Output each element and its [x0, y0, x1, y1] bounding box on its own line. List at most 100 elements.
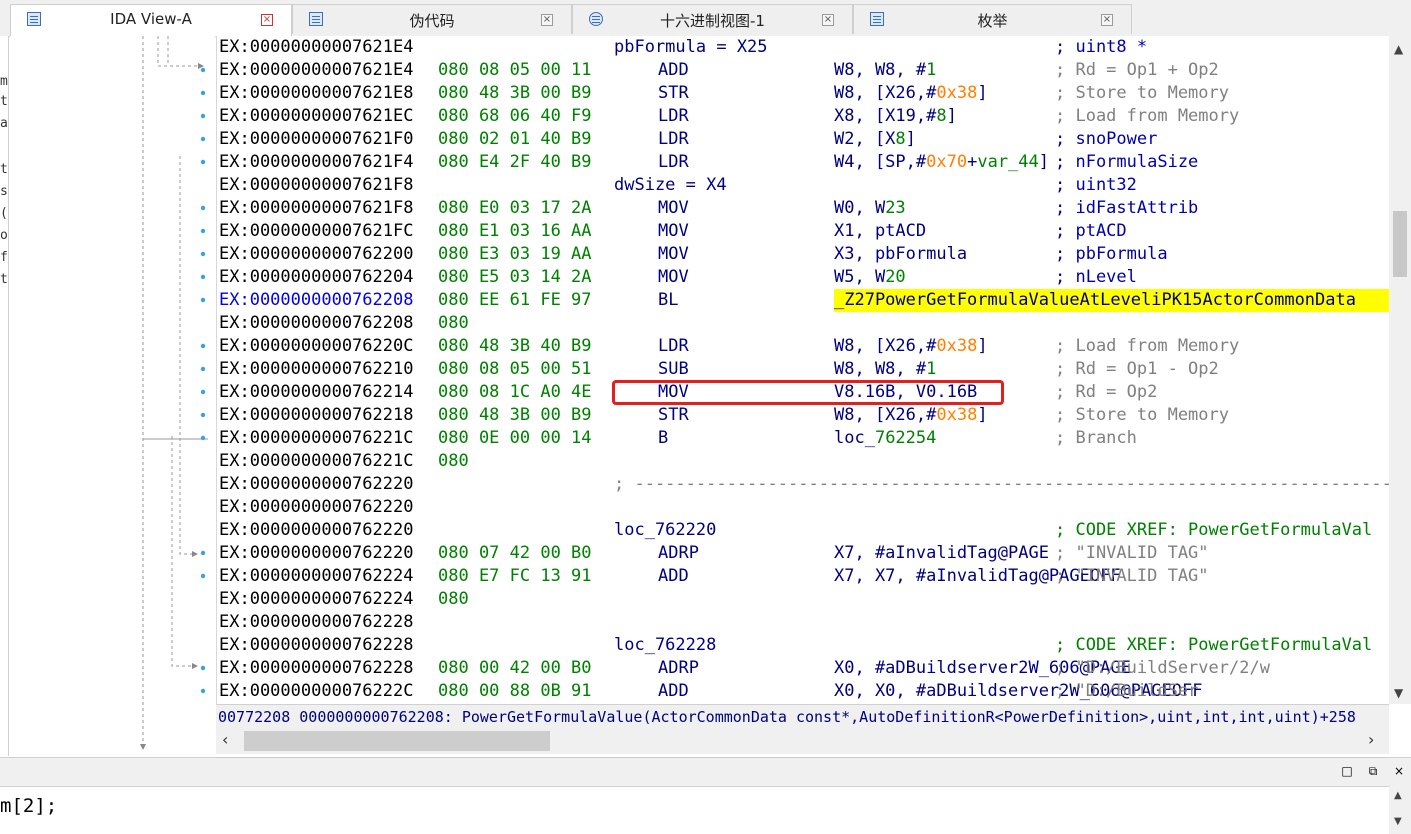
- instruction-operands[interactable]: W0, W23: [834, 197, 906, 220]
- scroll-thumb[interactable]: [1393, 211, 1407, 277]
- listing-line[interactable]: EX:0000000000762210 080 08 05 00 51 SUB W8,…: [219, 358, 1390, 381]
- scroll-right-icon[interactable]: ›: [1368, 730, 1374, 749]
- listing-line[interactable]: EX:00000000007621F8 dwSize = X4 ; uint32: [219, 174, 1390, 197]
- instruction-mnemonic[interactable]: B: [658, 427, 668, 450]
- register-alias[interactable]: dwSize = X4: [614, 174, 727, 197]
- line-address[interactable]: EX:00000000007621E8: [219, 82, 413, 105]
- listing-line[interactable]: EX:0000000000762228: [219, 611, 1390, 634]
- line-address[interactable]: EX:000000000076222C: [219, 680, 413, 703]
- tab-enums[interactable]: 枚举 ×: [853, 4, 1132, 34]
- restore-icon[interactable]: ⧉: [1366, 764, 1380, 778]
- instruction-operands[interactable]: X7, #aInvalidTag@PAGE: [834, 542, 1049, 565]
- listing-line[interactable]: EX:00000000007621F0 080 02 01 40 B9 LDR W2,…: [219, 128, 1390, 151]
- close-icon[interactable]: ×: [261, 14, 273, 26]
- horizontal-scrollbar[interactable]: ‹ ›: [216, 728, 1389, 754]
- instruction-mnemonic[interactable]: ADD: [658, 59, 689, 82]
- instruction-mnemonic[interactable]: LDR: [658, 335, 689, 358]
- line-address[interactable]: EX:00000000007621E4: [219, 59, 413, 82]
- instruction-operands[interactable]: W2, [X8]: [834, 128, 916, 151]
- line-address[interactable]: EX:0000000000762228: [219, 634, 413, 657]
- instruction-mnemonic[interactable]: MOV: [658, 243, 689, 266]
- minimize-icon[interactable]: □: [1340, 764, 1354, 778]
- listing-line[interactable]: EX:0000000000762228 080 00 42 00 B0 ADRP X0…: [219, 657, 1390, 680]
- listing-line[interactable]: EX:0000000000762228 loc_762228 ; CODE XREF…: [219, 634, 1390, 657]
- line-address[interactable]: EX:0000000000762208: [219, 312, 413, 335]
- instruction-operands[interactable]: W4, [SP,#0x70+var_44]: [834, 151, 1049, 174]
- scroll-thumb[interactable]: [244, 731, 550, 751]
- listing-line[interactable]: EX:0000000000762208 080 EE 61 FE 97 BL _Z27…: [219, 289, 1390, 312]
- instruction-mnemonic[interactable]: ADRP: [658, 542, 699, 565]
- listing-line[interactable]: EX:00000000007621FC 080 E1 03 16 AA MOV X1,…: [219, 220, 1390, 243]
- vertical-scrollbar[interactable]: ▲ ▼: [1389, 36, 1411, 704]
- listing-line[interactable]: EX:00000000007621E4 080 08 05 00 11 ADD W8,…: [219, 59, 1390, 82]
- listing-line[interactable]: EX:0000000000762204 080 E5 03 14 2A MOV W5,…: [219, 266, 1390, 289]
- instruction-operands[interactable]: W8, W8, #1: [834, 358, 936, 381]
- line-address[interactable]: EX:0000000000762214: [219, 381, 413, 404]
- instruction-mnemonic[interactable]: BL: [658, 289, 678, 312]
- instruction-operands[interactable]: W8, [X26,#0x38]: [834, 82, 988, 105]
- listing-line[interactable]: EX:00000000007621EC 080 68 06 40 F9 LDR X8,…: [219, 105, 1390, 128]
- instruction-operands[interactable]: X1, ptACD: [834, 220, 926, 243]
- listing-line[interactable]: EX:0000000000762218 080 48 3B 00 B9 STR W8,…: [219, 404, 1390, 427]
- line-address[interactable]: EX:000000000076221C: [219, 450, 413, 473]
- close-icon[interactable]: ×: [822, 14, 834, 26]
- instruction-mnemonic[interactable]: ADRP: [658, 657, 699, 680]
- listing-line[interactable]: EX:0000000000762220 080 07 42 00 B0 ADRP X7…: [219, 542, 1390, 565]
- line-address[interactable]: EX:0000000000762210: [219, 358, 413, 381]
- instruction-operands[interactable]: W8, W8, #1: [834, 59, 936, 82]
- line-address[interactable]: EX:0000000000762228: [219, 611, 413, 634]
- line-address[interactable]: EX:0000000000762224: [219, 588, 413, 611]
- line-address[interactable]: EX:0000000000762218: [219, 404, 413, 427]
- tab-ida-view-a[interactable]: IDA View-A ×: [10, 4, 292, 36]
- line-address[interactable]: EX:00000000007621EC: [219, 105, 413, 128]
- instruction-mnemonic[interactable]: MOV: [658, 266, 689, 289]
- register-alias[interactable]: pbFormula = X25: [614, 36, 768, 59]
- scroll-up-icon[interactable]: ▲: [1394, 790, 1402, 801]
- listing-line[interactable]: EX:0000000000762220: [219, 496, 1390, 519]
- disassembly-listing[interactable]: EX:00000000007621E4 pbFormula = X25 ; uint…: [216, 36, 1390, 704]
- tab-hex-view[interactable]: 十六进制视图-1 ×: [572, 4, 853, 34]
- output-scrollbar[interactable]: ▲ ▼: [1389, 786, 1411, 834]
- line-address[interactable]: EX:00000000007621F0: [219, 128, 413, 151]
- listing-line[interactable]: EX:0000000000762220 ; -------------------…: [219, 473, 1390, 496]
- listing-line[interactable]: EX:0000000000762208 080: [219, 312, 1390, 335]
- line-address[interactable]: EX:0000000000762220: [219, 542, 413, 565]
- listing-line[interactable]: EX:000000000076221C 080 0E 00 00 14 Bloc_7…: [219, 427, 1390, 450]
- instruction-mnemonic[interactable]: ADD: [658, 680, 689, 703]
- instruction-mnemonic[interactable]: LDR: [658, 105, 689, 128]
- line-address[interactable]: EX:00000000007621E4: [219, 36, 413, 59]
- line-address[interactable]: EX:000000000076220C: [219, 335, 413, 358]
- instruction-operands[interactable]: W5, W20: [834, 266, 906, 289]
- line-address[interactable]: EX:000000000076221C: [219, 427, 413, 450]
- listing-line[interactable]: EX:0000000000762224 080 E7 FC 13 91 ADD X7,…: [219, 565, 1390, 588]
- listing-line[interactable]: EX:00000000007621E4 pbFormula = X25 ; uint…: [219, 36, 1390, 59]
- listing-line[interactable]: EX:0000000000762220 loc_762220 ; CODE XREF…: [219, 519, 1390, 542]
- close-icon[interactable]: ×: [1392, 764, 1406, 778]
- instruction-operands[interactable]: W8, [X26,#0x38]: [834, 335, 988, 358]
- listing-line[interactable]: EX:0000000000762200 080 E3 03 19 AA MOV X3,…: [219, 243, 1390, 266]
- line-address[interactable]: EX:00000000007621FC: [219, 220, 413, 243]
- line-address[interactable]: EX:0000000000762220: [219, 496, 413, 519]
- listing-line[interactable]: EX:0000000000762224 080: [219, 588, 1390, 611]
- listing-line[interactable]: EX:00000000007621E8 080 48 3B 00 B9 STR W8,…: [219, 82, 1390, 105]
- scroll-up-icon[interactable]: ▲: [1394, 42, 1403, 56]
- instruction-mnemonic[interactable]: STR: [658, 82, 689, 105]
- line-address[interactable]: EX:00000000007621F8: [219, 197, 413, 220]
- scroll-left-icon[interactable]: ‹: [222, 730, 228, 749]
- line-address[interactable]: EX:0000000000762224: [219, 565, 413, 588]
- line-address[interactable]: EX:0000000000762220: [219, 519, 413, 542]
- instruction-mnemonic[interactable]: LDR: [658, 151, 689, 174]
- instruction-operands[interactable]: X3, pbFormula: [834, 243, 967, 266]
- scroll-down-icon[interactable]: ▼: [1394, 816, 1402, 827]
- scroll-down-icon[interactable]: ▼: [1394, 686, 1403, 700]
- line-address[interactable]: EX:0000000000762220: [219, 473, 413, 496]
- listing-line[interactable]: EX:000000000076221C 080: [219, 450, 1390, 473]
- close-icon[interactable]: ×: [1101, 14, 1113, 26]
- instruction-operands[interactable]: loc_762254: [834, 427, 936, 450]
- line-address[interactable]: EX:0000000000762204: [219, 266, 413, 289]
- line-address[interactable]: EX:00000000007621F4: [219, 151, 413, 174]
- listing-line[interactable]: EX:000000000076222C 080 00 88 0B 91 ADD X0,…: [219, 680, 1390, 703]
- line-address[interactable]: EX:0000000000762200: [219, 243, 413, 266]
- output-text[interactable]: m[2];: [0, 788, 1390, 828]
- instruction-mnemonic[interactable]: STR: [658, 404, 689, 427]
